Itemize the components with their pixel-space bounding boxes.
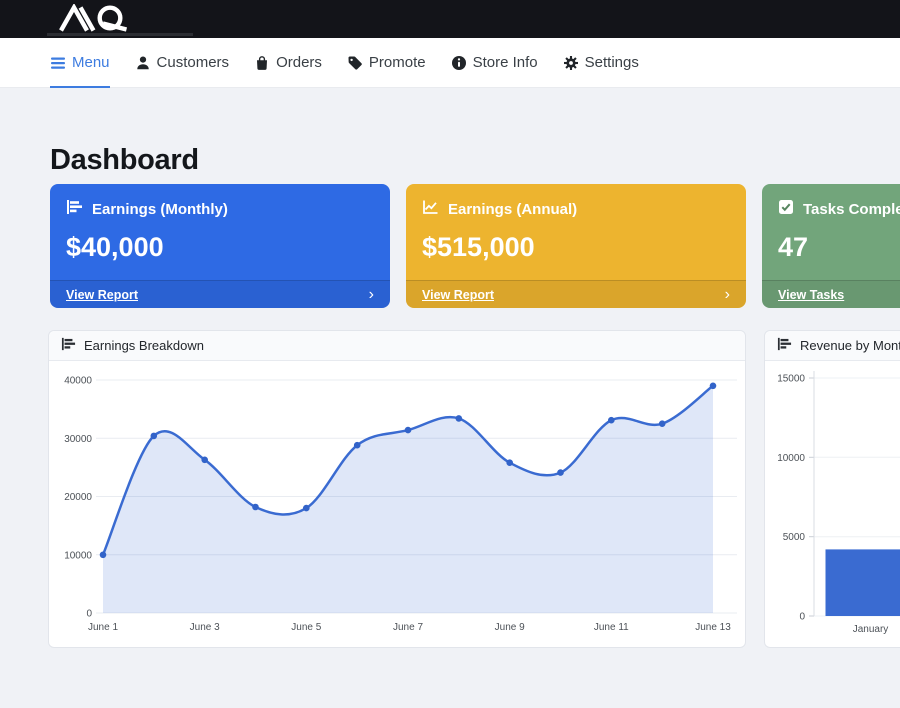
stat-card-header: Tasks Completed: [762, 184, 900, 219]
line-chart-icon: [422, 199, 439, 219]
view-tasks-link[interactable]: View Tasks: [778, 288, 844, 302]
stat-card-header: Earnings (Monthly): [50, 184, 390, 219]
stat-card-header: Earnings (Annual): [406, 184, 746, 219]
nav-item-label: Store Info: [473, 54, 538, 71]
panel-title: Earnings Breakdown: [84, 338, 204, 353]
bar-chart-icon: [777, 337, 792, 354]
person-icon: [135, 55, 151, 71]
nav-item-label: Menu: [72, 54, 110, 71]
svg-text:January: January: [853, 624, 889, 635]
page-title: Dashboard: [50, 144, 199, 177]
tag-icon: [347, 55, 363, 71]
stat-card-footer[interactable]: View Report ›: [406, 280, 746, 308]
hamburger-icon: [50, 56, 66, 70]
gear-icon: [563, 55, 579, 71]
svg-text:10000: 10000: [64, 550, 92, 561]
svg-text:June 9: June 9: [495, 622, 525, 633]
earnings-breakdown-panel: Earnings Breakdown 0 10000 20000 30000 40000…: [48, 330, 746, 648]
panel-header: Revenue by Month: [765, 331, 900, 361]
nav-item-label: Settings: [585, 54, 639, 71]
earnings-area-chart[interactable]: 0 10000 20000 30000 40000 June 1 June 3 June 5 J…: [49, 361, 745, 647]
bar-chart-icon: [61, 337, 76, 354]
svg-text:15000: 15000: [777, 374, 805, 385]
top-bar: [0, 0, 900, 38]
view-report-link[interactable]: View Report: [66, 288, 138, 302]
svg-text:June 11: June 11: [594, 622, 629, 633]
nav-item-customers[interactable]: Customers: [135, 38, 230, 87]
brand-logo[interactable]: [47, 4, 147, 33]
svg-text:June 5: June 5: [291, 622, 321, 633]
revenue-bar-chart[interactable]: 0 5000 10000 15000 January: [765, 361, 900, 647]
revenue-by-month-panel: Revenue by Month 0 5000 10000 15000 January: [764, 330, 900, 648]
nav-item-label: Orders: [276, 54, 322, 71]
view-report-link[interactable]: View Report: [422, 288, 494, 302]
stat-card-footer[interactable]: View Tasks ›: [762, 280, 900, 308]
nav-item-label: Promote: [369, 54, 426, 71]
checkbox-icon: [778, 199, 794, 219]
svg-text:30000: 30000: [64, 434, 92, 445]
stat-cards-row: Earnings (Monthly) $40,000 View Report ›…: [50, 184, 900, 308]
panel-header: Earnings Breakdown: [49, 331, 745, 361]
stat-card-value: $515,000: [406, 232, 746, 263]
svg-text:40000: 40000: [64, 376, 92, 387]
svg-text:June 13: June 13: [695, 622, 731, 633]
svg-text:0: 0: [799, 612, 805, 623]
panel-title: Revenue by Month: [800, 338, 900, 353]
nav-item-menu[interactable]: Menu: [50, 38, 110, 87]
logo-underline-strip: [47, 33, 193, 36]
nav-item-promote[interactable]: Promote: [347, 38, 426, 87]
info-circle-icon: [451, 55, 467, 71]
bar-chart-horizontal-icon: [66, 199, 83, 219]
svg-text:June 3: June 3: [190, 622, 220, 633]
stat-card-footer[interactable]: View Report ›: [50, 280, 390, 308]
svg-text:10000: 10000: [777, 453, 805, 464]
stat-card-value: $40,000: [50, 232, 390, 263]
stat-card-title: Tasks Completed: [803, 201, 900, 218]
nav-item-label: Customers: [157, 54, 230, 71]
main-nav: Menu Customers Orders Promote Store Info…: [0, 38, 900, 88]
stat-card-tasks-completed: Tasks Completed 47 View Tasks ›: [762, 184, 900, 308]
svg-text:June 7: June 7: [393, 622, 423, 633]
stat-card-earnings-annual: Earnings (Annual) $515,000 View Report ›: [406, 184, 746, 308]
svg-text:5000: 5000: [783, 532, 806, 543]
stat-card-value: 47: [762, 232, 900, 263]
svg-text:0: 0: [86, 609, 92, 620]
nav-item-orders[interactable]: Orders: [254, 38, 322, 87]
chevron-right-icon[interactable]: ›: [725, 287, 730, 303]
stat-card-title: Earnings (Annual): [448, 201, 577, 218]
svg-text:20000: 20000: [64, 492, 92, 503]
nav-item-settings[interactable]: Settings: [563, 38, 639, 87]
stat-card-title: Earnings (Monthly): [92, 201, 228, 218]
nav-item-store-info[interactable]: Store Info: [451, 38, 538, 87]
shopping-bag-icon: [254, 55, 270, 71]
svg-text:June 1: June 1: [88, 622, 118, 633]
stat-card-earnings-monthly: Earnings (Monthly) $40,000 View Report ›: [50, 184, 390, 308]
chevron-right-icon[interactable]: ›: [369, 287, 374, 303]
